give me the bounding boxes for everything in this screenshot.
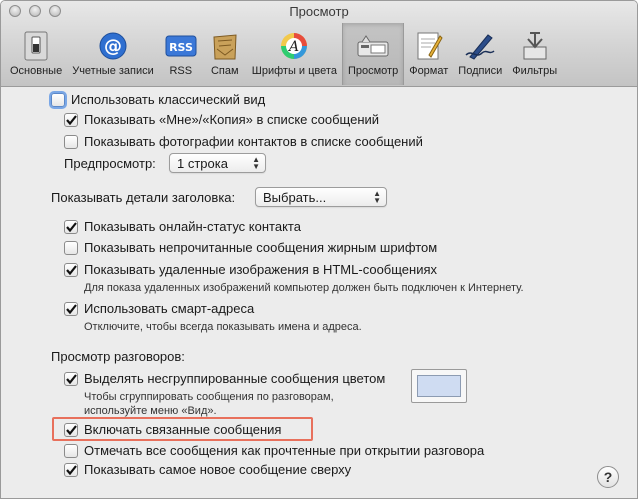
tab-signatures[interactable]: Подписи: [453, 23, 507, 85]
tab-rules[interactable]: Фильтры: [507, 23, 562, 85]
tab-general[interactable]: Основные: [5, 23, 67, 85]
highlight-color-swatch: [417, 375, 461, 397]
unread-bold-label: Показывать непрочитанные сообщения жирны…: [84, 240, 438, 255]
preview-label: Предпросмотр:: [64, 156, 156, 171]
tab-junk-label: Спам: [210, 65, 239, 77]
tab-fonts-colors-label: Шрифты и цвета: [251, 65, 337, 77]
remote-images-note: Для показа удаленных изображений компьют…: [84, 282, 524, 294]
highlight-color-label: Выделять несгруппированные сообщения цве…: [84, 371, 386, 386]
highlight-color-checkbox[interactable]: [64, 371, 78, 386]
select-arrows-icon: ▲ ▼: [373, 189, 381, 205]
show-to-cc-checkbox[interactable]: [64, 112, 78, 127]
preferences-toolbar: Основные @ Учетные записи RSS RSS Спам A…: [5, 23, 562, 85]
tab-fonts-colors[interactable]: A Шрифты и цвета: [247, 23, 342, 85]
classic-view-checkbox[interactable]: [51, 92, 65, 107]
mark-read-option[interactable]: Отмечать все сообщения как прочтенные пр…: [64, 443, 484, 458]
tab-composing-label: Формат: [409, 65, 449, 77]
rss-icon: RSS: [164, 30, 198, 62]
highlight-color-well[interactable]: [411, 369, 467, 403]
show-to-cc-label: Показывать «Мне»/«Копия» в списке сообще…: [84, 112, 380, 127]
highlight-note-line2: используйте меню «Вид».: [84, 405, 217, 417]
remote-images-option[interactable]: Показывать удаленные изображения в HTML-…: [64, 262, 437, 277]
newest-top-label: Показывать самое новое сообщение сверху: [84, 462, 352, 477]
online-status-checkbox[interactable]: [64, 219, 78, 234]
preview-lines-value: 1 строка: [177, 155, 228, 171]
switch-icon: [19, 30, 53, 62]
signature-icon: [463, 30, 497, 62]
tab-junk[interactable]: Спам: [203, 23, 247, 85]
classic-view-option[interactable]: Использовать классический вид: [51, 92, 265, 107]
remote-images-label: Показывать удаленные изображения в HTML-…: [84, 262, 437, 277]
unread-bold-checkbox[interactable]: [64, 240, 78, 255]
show-to-cc-option[interactable]: Показывать «Мне»/«Копия» в списке сообще…: [64, 112, 379, 127]
newest-top-option[interactable]: Показывать самое новое сообщение сверху: [64, 462, 351, 477]
select-arrows-icon: ▲ ▼: [252, 155, 260, 171]
tab-rules-label: Фильтры: [512, 65, 558, 77]
header-detail-select[interactable]: Выбрать... ▲ ▼: [255, 187, 387, 207]
online-status-option[interactable]: Показывать онлайн-статус контакта: [64, 219, 301, 234]
preview-lines-select[interactable]: 1 строка ▲ ▼: [169, 153, 266, 173]
smart-addresses-note: Отключите, чтобы всегда показывать имена…: [84, 321, 362, 333]
newest-top-checkbox[interactable]: [64, 462, 78, 477]
tab-composing[interactable]: Формат: [404, 23, 453, 85]
tab-signatures-label: Подписи: [458, 65, 503, 77]
help-button[interactable]: ?: [597, 466, 619, 488]
window-title: Просмотр: [289, 4, 349, 19]
related-messages-checkbox[interactable]: [64, 422, 78, 437]
tab-accounts-label: Учетные записи: [72, 65, 154, 77]
smart-addresses-checkbox[interactable]: [64, 301, 78, 316]
online-status-label: Показывать онлайн-статус контакта: [84, 219, 301, 234]
tab-viewing-label: Просмотр: [347, 65, 399, 77]
svg-text:A: A: [287, 39, 299, 55]
header-detail-label: Показывать детали заголовка:: [51, 190, 236, 205]
related-messages-label: Включать связанные сообщения: [84, 422, 282, 437]
tab-general-label: Основные: [10, 65, 63, 77]
compose-icon: [412, 30, 446, 62]
highlight-color-option[interactable]: Выделять несгруппированные сообщения цве…: [64, 371, 385, 386]
contact-photos-option[interactable]: Показывать фотографии контактов в списке…: [64, 134, 423, 149]
related-messages-option[interactable]: Включать связанные сообщения: [64, 422, 281, 437]
mark-read-label: Отмечать все сообщения как прочтенные пр…: [84, 443, 485, 458]
conversations-section-label: Просмотр разговоров:: [51, 349, 185, 364]
at-sign-icon: @: [96, 30, 130, 62]
classic-view-label: Использовать классический вид: [71, 92, 266, 107]
preferences-window: Просмотр Основные @ Учетные записи RSS R…: [0, 0, 638, 499]
titlebar: Просмотр Основные @ Учетные записи RSS R…: [1, 1, 637, 87]
remote-images-checkbox[interactable]: [64, 262, 78, 277]
junk-mail-icon: [208, 30, 242, 62]
viewing-pane: Использовать классический вид Показывать…: [1, 88, 637, 498]
svg-text:@: @: [104, 36, 122, 57]
contact-photos-label: Показывать фотографии контактов в списке…: [84, 134, 423, 149]
filters-icon: [518, 30, 552, 62]
contact-photos-checkbox[interactable]: [64, 134, 78, 149]
viewing-icon: [356, 30, 390, 62]
svg-text:RSS: RSS: [169, 41, 193, 54]
smart-addresses-label: Использовать смарт-адреса: [84, 301, 255, 316]
unread-bold-option[interactable]: Показывать непрочитанные сообщения жирны…: [64, 240, 437, 255]
fonts-colors-icon: A: [277, 30, 311, 62]
smart-addresses-option[interactable]: Использовать смарт-адреса: [64, 301, 254, 316]
tab-rss-label: RSS: [169, 65, 193, 77]
tab-accounts[interactable]: @ Учетные записи: [67, 23, 159, 85]
header-detail-value: Выбрать...: [263, 189, 327, 205]
tab-rss[interactable]: RSS RSS: [159, 23, 203, 85]
tab-viewing[interactable]: Просмотр: [341, 23, 405, 85]
mark-read-checkbox[interactable]: [64, 443, 78, 458]
highlight-note-line1: Чтобы сгруппировать сообщения по разгово…: [84, 391, 334, 403]
